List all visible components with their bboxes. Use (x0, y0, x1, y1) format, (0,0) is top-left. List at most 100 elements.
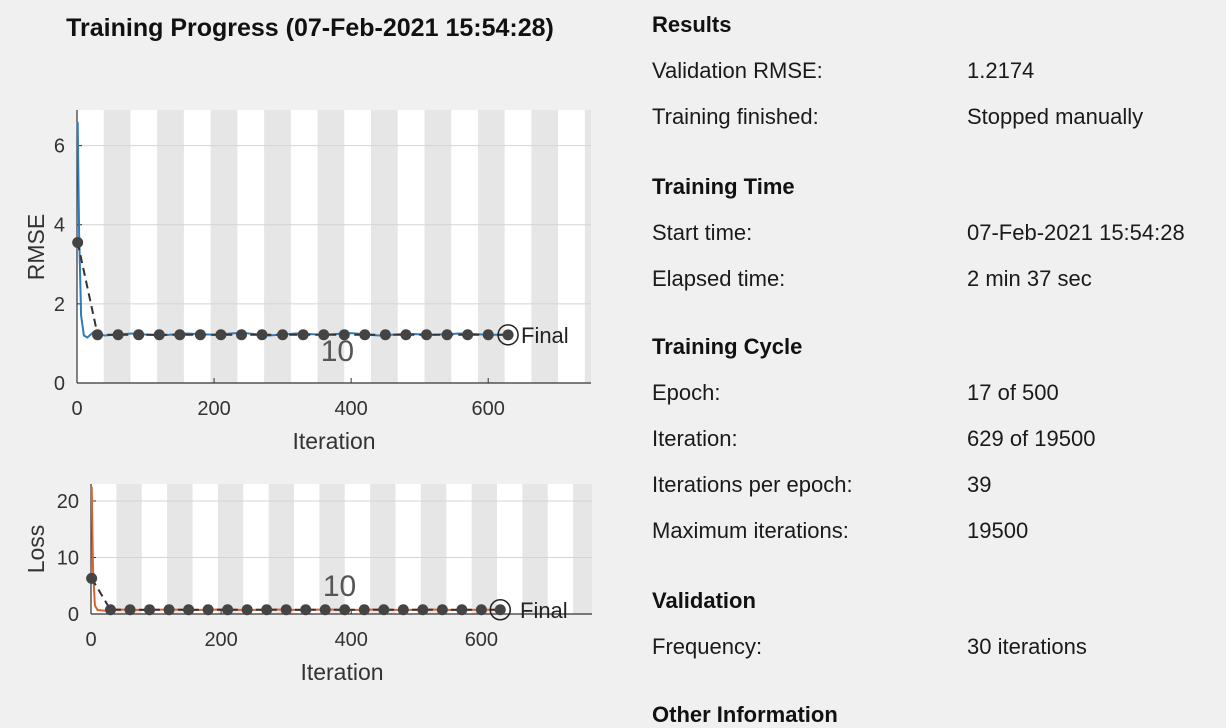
loss-epoch-band (420, 484, 447, 614)
rmse-validation-point (112, 329, 124, 341)
frequency-value: 30 iterations (967, 634, 1087, 659)
results-heading: Results (652, 12, 732, 37)
loss-x-tick-label: 400 (335, 629, 368, 651)
other-information-heading: Other Information (652, 702, 838, 727)
max-iterations-value: 19500 (967, 518, 1029, 543)
epoch-label: Epoch: (652, 380, 721, 405)
loss-epoch-band (471, 484, 498, 614)
loss-ylabel: Loss (23, 525, 49, 574)
rmse-chart: 0 200 400 600 0 2 4 6 10 RMSE Iteration Final (23, 110, 591, 454)
loss-validation-point (144, 604, 156, 616)
rmse-final-label: Final (521, 323, 569, 348)
rmse-epoch-band (371, 110, 398, 383)
rmse-validation-point (72, 237, 84, 249)
rmse-validation-point (421, 329, 433, 341)
loss-validation-point (163, 604, 175, 616)
loss-validation-point (397, 604, 409, 616)
loss-validation-point (358, 604, 370, 616)
loss-epoch-band (217, 484, 244, 614)
rmse-validation-point (153, 329, 165, 341)
rmse-validation-point (379, 329, 391, 341)
training-cycle-heading: Training Cycle (652, 334, 803, 359)
loss-epoch-band (167, 484, 193, 614)
rmse-epoch-band (157, 110, 184, 383)
loss-epoch-band (370, 484, 396, 614)
rmse-ylabel: RMSE (23, 214, 49, 280)
loss-validation-point (456, 604, 468, 616)
rmse-epoch-band (103, 110, 131, 383)
loss-validation-point (241, 604, 253, 616)
loss-validation-point (124, 604, 136, 616)
loss-validation-point (494, 604, 506, 616)
loss-validation-point (261, 604, 273, 616)
rmse-epoch-band (424, 110, 452, 383)
loss-validation-point (183, 604, 195, 616)
validation-heading: Validation (652, 588, 756, 613)
iteration-value: 629 of 19500 (967, 426, 1096, 451)
rmse-x-tick-label: 600 (472, 398, 505, 420)
rmse-validation-point (256, 329, 268, 341)
elapsed-time-label: Elapsed time: (652, 266, 786, 291)
loss-validation-point (280, 604, 292, 616)
start-time-label: Start time: (652, 220, 753, 245)
rmse-validation-point (441, 329, 453, 341)
rmse-y-tick-label: 6 (54, 136, 65, 158)
rmse-validation-point (174, 329, 186, 341)
training-finished-label: Training finished: (652, 104, 819, 129)
rmse-validation-point (235, 329, 247, 341)
loss-chart: 0 200 400 600 0 10 20 10 Loss Iteration Final (23, 484, 592, 685)
loss-validation-point (475, 604, 487, 616)
loss-validation-point (339, 604, 351, 616)
loss-xlabel: Iteration (300, 659, 383, 685)
loss-final-label: Final (520, 598, 568, 623)
loss-epoch-band (522, 484, 548, 614)
rmse-validation-point (400, 329, 412, 341)
rmse-validation-point (133, 329, 145, 341)
rmse-y-tick-label: 4 (54, 215, 65, 237)
loss-validation-point (319, 604, 331, 616)
start-time-value: 07-Feb-2021 15:54:28 (967, 220, 1185, 245)
epoch-value: 17 of 500 (967, 380, 1059, 405)
rmse-validation-point (92, 329, 104, 341)
rmse-epoch-band (584, 110, 591, 383)
rmse-annotation: 10 (321, 335, 354, 368)
elapsed-time-value: 2 min 37 sec (967, 266, 1092, 291)
frequency-label: Frequency: (652, 634, 763, 659)
rmse-y-tick-label: 2 (54, 294, 65, 316)
loss-validation-point (86, 572, 98, 584)
max-iterations-label: Maximum iterations: (652, 518, 849, 543)
loss-plot-area: 0 200 400 600 0 10 20 10 (57, 484, 592, 651)
rmse-validation-point (277, 329, 289, 341)
rmse-validation-point (462, 329, 474, 341)
validation-rmse-label: Validation RMSE: (652, 58, 823, 83)
rmse-x-tick-label: 0 (71, 398, 82, 420)
loss-epoch-band (116, 484, 142, 614)
loss-validation-point (436, 604, 448, 616)
training-finished-value: Stopped manually (967, 104, 1144, 129)
rmse-y-tick-label: 0 (54, 373, 65, 395)
iteration-label: Iteration: (652, 426, 738, 451)
loss-validation-point (378, 604, 390, 616)
loss-y-tick-label: 20 (57, 491, 79, 513)
loss-validation-point (105, 604, 117, 616)
rmse-x-tick-label: 400 (334, 398, 367, 420)
rmse-validation-point (297, 329, 309, 341)
rmse-validation-point (502, 329, 514, 341)
loss-x-tick-label: 200 (204, 629, 237, 651)
rmse-validation-point (359, 329, 371, 341)
iterations-per-epoch-label: Iterations per epoch: (652, 472, 853, 497)
loss-y-tick-label: 10 (57, 547, 79, 569)
rmse-validation-point (194, 329, 206, 341)
training-plots: 0 200 400 600 0 2 4 6 10 RMSE Iteration Final 0 2… (23, 110, 592, 685)
loss-x-tick-label: 600 (465, 629, 498, 651)
rmse-epoch-band (210, 110, 238, 383)
rmse-xlabel: Iteration (292, 428, 375, 454)
loss-annotation: 10 (323, 570, 356, 603)
loss-epoch-band (573, 484, 592, 614)
validation-rmse-value: 1.2174 (967, 58, 1035, 83)
loss-validation-point (300, 604, 312, 616)
loss-validation-point (202, 604, 214, 616)
loss-x-tick-label: 0 (85, 629, 96, 651)
rmse-validation-point (482, 329, 494, 341)
rmse-validation-point (215, 329, 227, 341)
